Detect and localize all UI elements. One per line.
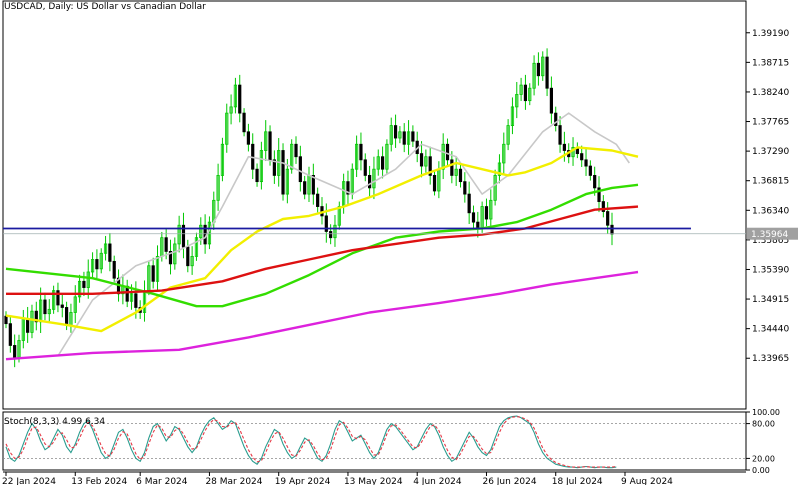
price-tick-label: 1.35390 (752, 265, 789, 275)
candle-body (458, 168, 463, 183)
candle-body (549, 87, 554, 114)
time-tick-label: 4 Jun 2024 (413, 477, 462, 485)
candle-body (419, 153, 424, 167)
candle-body (303, 181, 307, 195)
candle-body (588, 165, 592, 176)
candle-body (329, 231, 333, 239)
candle-body (316, 193, 320, 207)
candle-body (606, 211, 610, 226)
candle-body (463, 181, 467, 195)
time-tick-label: 13 May 2024 (344, 477, 403, 485)
candle-body (255, 168, 259, 183)
stoch-tick-label: 80.00 (752, 420, 775, 429)
candle-body (43, 299, 47, 315)
time-tick-label: 22 Jan 2024 (2, 477, 56, 485)
candle-body (112, 260, 116, 279)
candle-body (298, 156, 302, 183)
candle-body (151, 265, 155, 282)
candle-body (545, 56, 549, 89)
candle-body (95, 259, 99, 270)
candle-body (610, 224, 614, 235)
candle-body (580, 153, 584, 161)
candle-body (164, 237, 168, 252)
candle-body (281, 150, 285, 195)
candle-body (393, 125, 398, 139)
price-tick-label: 1.34440 (752, 325, 789, 335)
candle-body (523, 84, 528, 102)
candle-body (467, 193, 471, 214)
candle-body (246, 131, 250, 145)
chart-canvas: 1.39190 1.38715 1.38240 1.37765 1.37290 1.368… (0, 0, 800, 487)
candle-body (8, 323, 12, 346)
candle-body (584, 159, 588, 167)
candle-body (108, 243, 112, 262)
candle-body (82, 280, 86, 288)
time-tick-label: 6 Mar 2024 (136, 477, 188, 485)
candle-body (536, 62, 541, 77)
candle-body (562, 143, 566, 151)
candle-body (432, 175, 437, 192)
candle-body (186, 246, 190, 267)
time-tick-label: 26 Jun 2024 (482, 477, 536, 485)
time-tick-label: 9 Aug 2024 (621, 477, 673, 485)
price-tick-label: 1.36815 (752, 177, 789, 187)
price-tick-label: 1.38240 (752, 88, 789, 98)
candle-body (60, 304, 64, 308)
time-tick-label: 19 Apr 2024 (275, 477, 331, 485)
candle-body (476, 221, 480, 229)
candle-body (242, 112, 246, 133)
candle-body (268, 131, 272, 161)
candle-body (380, 156, 385, 170)
candle-body (294, 143, 298, 158)
time-tick-label: 28 Mar 2024 (205, 477, 262, 485)
candle-body (65, 307, 69, 326)
stoch-tick-label: 0.00 (752, 466, 770, 475)
price-tick-label: 1.37290 (752, 147, 789, 157)
current-price-label: 1.35964 (751, 230, 788, 240)
candle-body (26, 318, 30, 333)
price-tick-label: 1.37765 (752, 118, 789, 128)
candle-body (471, 212, 476, 223)
price-tick-label: 1.34915 (752, 295, 789, 305)
candle-body (558, 125, 562, 145)
chart-title: USDCAD, Daily: US Dollar vs Canadian Dol… (4, 2, 206, 12)
price-tick-label: 1.38715 (752, 58, 789, 68)
candle-body (359, 143, 363, 161)
price-tick-label: 1.33965 (752, 354, 789, 364)
candle-body (445, 143, 450, 161)
stochastic-label: Stoch(8,3,3) 4.99 6.34 (4, 417, 105, 427)
time-tick-label: 18 Jul 2024 (552, 477, 603, 485)
candle-body (593, 175, 597, 189)
candle-body (13, 345, 17, 358)
candle-body (402, 131, 406, 145)
time-tick-label: 13 Feb 2024 (71, 477, 127, 485)
candle-body (4, 315, 8, 325)
candle-body (134, 293, 138, 308)
price-tick-label: 1.39190 (752, 29, 789, 39)
candle-body (484, 206, 489, 220)
candle-body (363, 159, 367, 176)
price-tick-label: 1.36340 (752, 206, 789, 216)
candle-body (367, 175, 372, 189)
candle-body (450, 159, 454, 176)
stoch-tick-label: 100.00 (752, 408, 780, 417)
candle-body (411, 131, 415, 142)
candle-body (238, 84, 242, 114)
chart-root: 1.39190 1.38715 1.38240 1.37765 1.37290 1.368… (0, 0, 800, 487)
stoch-tick-label: 20.00 (752, 454, 775, 463)
